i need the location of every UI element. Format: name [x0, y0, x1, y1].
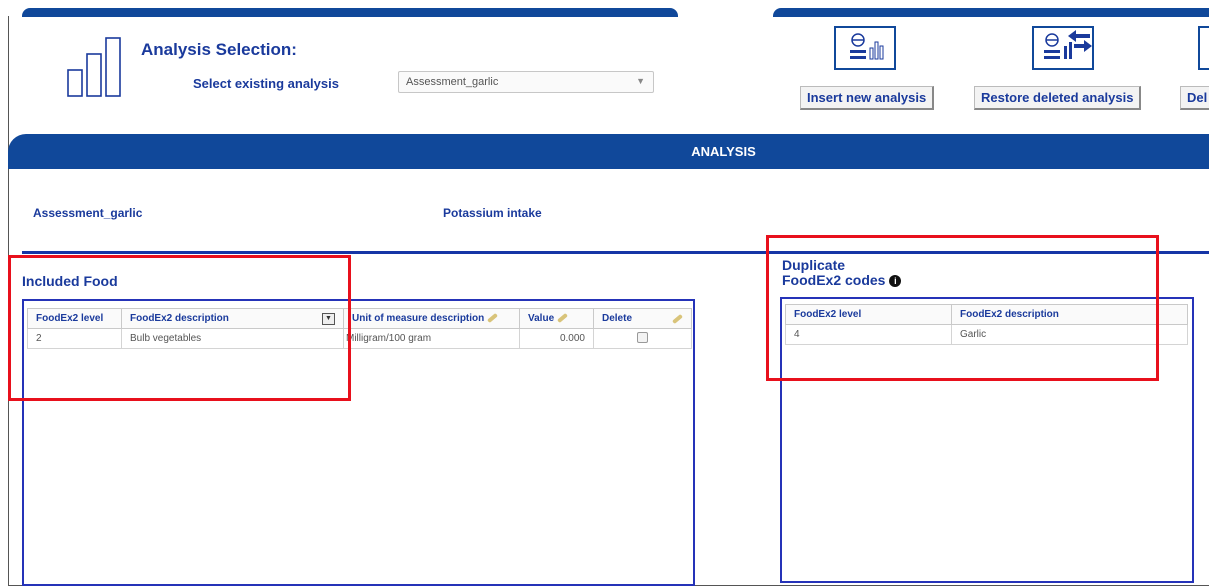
chevron-down-icon[interactable]: ▼ — [636, 76, 645, 86]
delete-analysis-button[interactable]: Del — [1180, 86, 1209, 110]
header-top-bar-left — [22, 8, 678, 17]
edit-pencil-icon — [487, 313, 499, 324]
restore-analysis-icon[interactable] — [1032, 26, 1094, 70]
analysis-section-title: ANALYSIS — [691, 144, 756, 159]
cell-delete[interactable] — [593, 328, 692, 349]
analysis-description: Potassium intake — [443, 206, 542, 220]
cell-value[interactable]: 0.000 — [519, 328, 594, 349]
analysis-name: Assessment_garlic — [33, 206, 143, 220]
delete-analysis-icon[interactable] — [1198, 26, 1209, 70]
edit-pencil-icon — [557, 313, 569, 324]
restore-deleted-analysis-button[interactable]: Restore deleted analysis — [974, 86, 1142, 110]
highlight-box-duplicate-codes — [766, 235, 1159, 381]
existing-analysis-select[interactable]: Assessment_garlic ▼ — [398, 71, 654, 93]
insert-analysis-icon[interactable] — [834, 26, 896, 70]
analysis-section-header: ANALYSIS — [8, 134, 1209, 169]
highlight-box-included-food — [8, 255, 351, 401]
analysis-selection-title: Analysis Selection: — [141, 40, 297, 59]
analysis-bar-chart-icon — [66, 36, 126, 103]
existing-analysis-select-value: Assessment_garlic — [406, 76, 499, 88]
edit-pencil-icon — [672, 313, 683, 325]
select-existing-analysis-label: Select existing analysis — [193, 76, 339, 91]
col-value[interactable]: Value — [519, 308, 594, 329]
delete-checkbox[interactable] — [637, 331, 648, 343]
cell-unit[interactable]: Milligram/100 gram — [343, 328, 520, 349]
col-unit-of-measure[interactable]: Unit of measure description — [343, 308, 520, 329]
insert-new-analysis-button[interactable]: Insert new analysis — [800, 86, 935, 110]
col-delete[interactable]: Delete — [593, 308, 692, 329]
header-top-bar-right — [773, 8, 1209, 17]
